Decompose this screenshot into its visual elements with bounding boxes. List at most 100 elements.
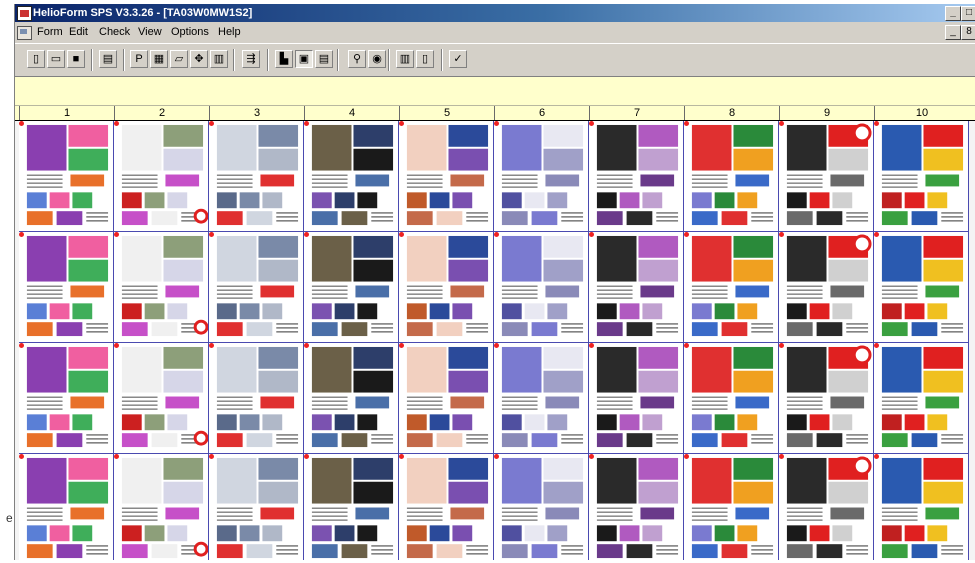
page-thumbnail[interactable] [494,121,589,232]
ad-image [163,457,204,480]
ad-image [691,346,732,393]
save-icon[interactable]: ■ [67,50,85,68]
page-thumbnail[interactable] [304,343,399,454]
text-line [86,442,109,444]
column-header-9[interactable]: 9 [779,106,874,120]
menu-help[interactable]: Help [216,23,243,41]
page-artwork [19,454,113,560]
product-image [121,544,148,559]
page-thumbnail[interactable] [779,454,874,560]
page-thumbnail[interactable] [304,232,399,343]
toolbar-separator [441,49,443,71]
menu-view[interactable]: View [136,23,164,41]
menu-check[interactable]: Check [97,23,132,41]
page-thumbnail[interactable] [684,454,779,560]
maximize-button[interactable]: □ [961,6,975,21]
page-thumbnail[interactable] [874,454,969,560]
menu-form[interactable]: Form [35,23,65,41]
page-thumbnail[interactable] [19,232,114,343]
product-image [49,414,70,431]
column-header-2[interactable]: 2 [114,106,209,120]
ad-image [733,370,774,393]
text-line [86,220,109,222]
page-thumbnail[interactable] [589,454,684,560]
column-header-3[interactable]: 3 [209,106,304,120]
page-thumbnail[interactable] [874,121,969,232]
layout-icon[interactable]: ▱ [170,50,188,68]
page-thumbnail[interactable] [304,121,399,232]
page-thumbnail[interactable] [874,343,969,454]
text-line [86,434,109,436]
frame-icon[interactable]: ▣ [295,50,313,68]
document-icon[interactable] [17,26,32,40]
page-thumbnail[interactable] [209,232,304,343]
page-thumbnail[interactable] [589,232,684,343]
page-thumbnail[interactable] [494,454,589,560]
product-image [216,211,243,226]
ad-image [163,235,204,258]
grid-icon[interactable]: ▦ [150,50,168,68]
new-icon[interactable]: ▯ [27,50,45,68]
page-thumbnail[interactable] [114,121,209,232]
column-header-10[interactable]: 10 [874,106,969,120]
page-thumbnail[interactable] [589,121,684,232]
ad-image [26,457,67,504]
ad-image [70,396,105,409]
doc-restore-button[interactable]: 8 [961,25,975,40]
page-thumbnail[interactable] [684,343,779,454]
text-line [121,297,158,299]
panel-icon[interactable]: ▥ [396,50,414,68]
column-header-6[interactable]: 6 [494,106,589,120]
doc-minimize-button[interactable]: _ [945,25,961,40]
text-line [846,216,869,218]
column-header-1[interactable]: 1 [19,106,114,120]
page-thumbnail[interactable] [304,454,399,560]
column-header-8[interactable]: 8 [684,106,779,120]
app-icon[interactable] [17,6,32,21]
page-artwork [684,454,778,560]
page-thumbnail[interactable] [494,232,589,343]
column-header-7[interactable]: 7 [589,106,684,120]
page-thumbnail[interactable] [684,121,779,232]
page-thumbnail[interactable] [114,343,209,454]
page-thumbnail[interactable] [19,121,114,232]
page-thumbnail[interactable] [114,232,209,343]
page-thumbnail[interactable] [874,232,969,343]
book-icon[interactable]: ▯ [416,50,434,68]
zoom-icon[interactable]: ⚲ [348,50,366,68]
page-thumbnail[interactable] [399,343,494,454]
open-icon[interactable]: ▭ [47,50,65,68]
page-thumbnail[interactable] [779,232,874,343]
arrange-icon[interactable]: ⇶ [242,50,260,68]
column-header-4[interactable]: 4 [304,106,399,120]
page-marker-icon [684,121,689,126]
move-icon[interactable]: ✥ [190,50,208,68]
page-thumbnail[interactable] [779,121,874,232]
page-thumbnail[interactable] [209,343,304,454]
page-thumbnail[interactable] [209,454,304,560]
page-thumbnail[interactable] [209,121,304,232]
menu-options[interactable]: Options [169,23,211,41]
page-thumbnail[interactable] [19,343,114,454]
page-thumbnail[interactable] [779,343,874,454]
chart-icon[interactable]: ▙ [275,50,293,68]
window-title: HelioForm SPS V3.3.26 - [TA03W0MW1S2] [33,7,253,19]
check-icon[interactable]: ✓ [449,50,467,68]
page-thumbnail[interactable] [114,454,209,560]
minimize-button[interactable]: _ [945,6,961,21]
product-image [216,433,243,448]
page-thumbnail[interactable] [399,454,494,560]
page-thumbnail[interactable] [589,343,684,454]
list-icon[interactable]: ▥ [210,50,228,68]
page-thumbnail[interactable] [399,121,494,232]
page-thumbnail[interactable] [399,232,494,343]
table-view-icon[interactable]: ▤ [315,50,333,68]
print-icon[interactable]: ▤ [99,50,117,68]
menu-edit[interactable]: Edit [67,23,90,41]
page-thumbnail[interactable] [494,343,589,454]
page-thumbnail[interactable] [684,232,779,343]
page-icon[interactable]: P [130,50,148,68]
column-header-5[interactable]: 5 [399,106,494,120]
target-icon[interactable]: ◉ [368,50,386,68]
page-thumbnail[interactable] [19,454,114,560]
